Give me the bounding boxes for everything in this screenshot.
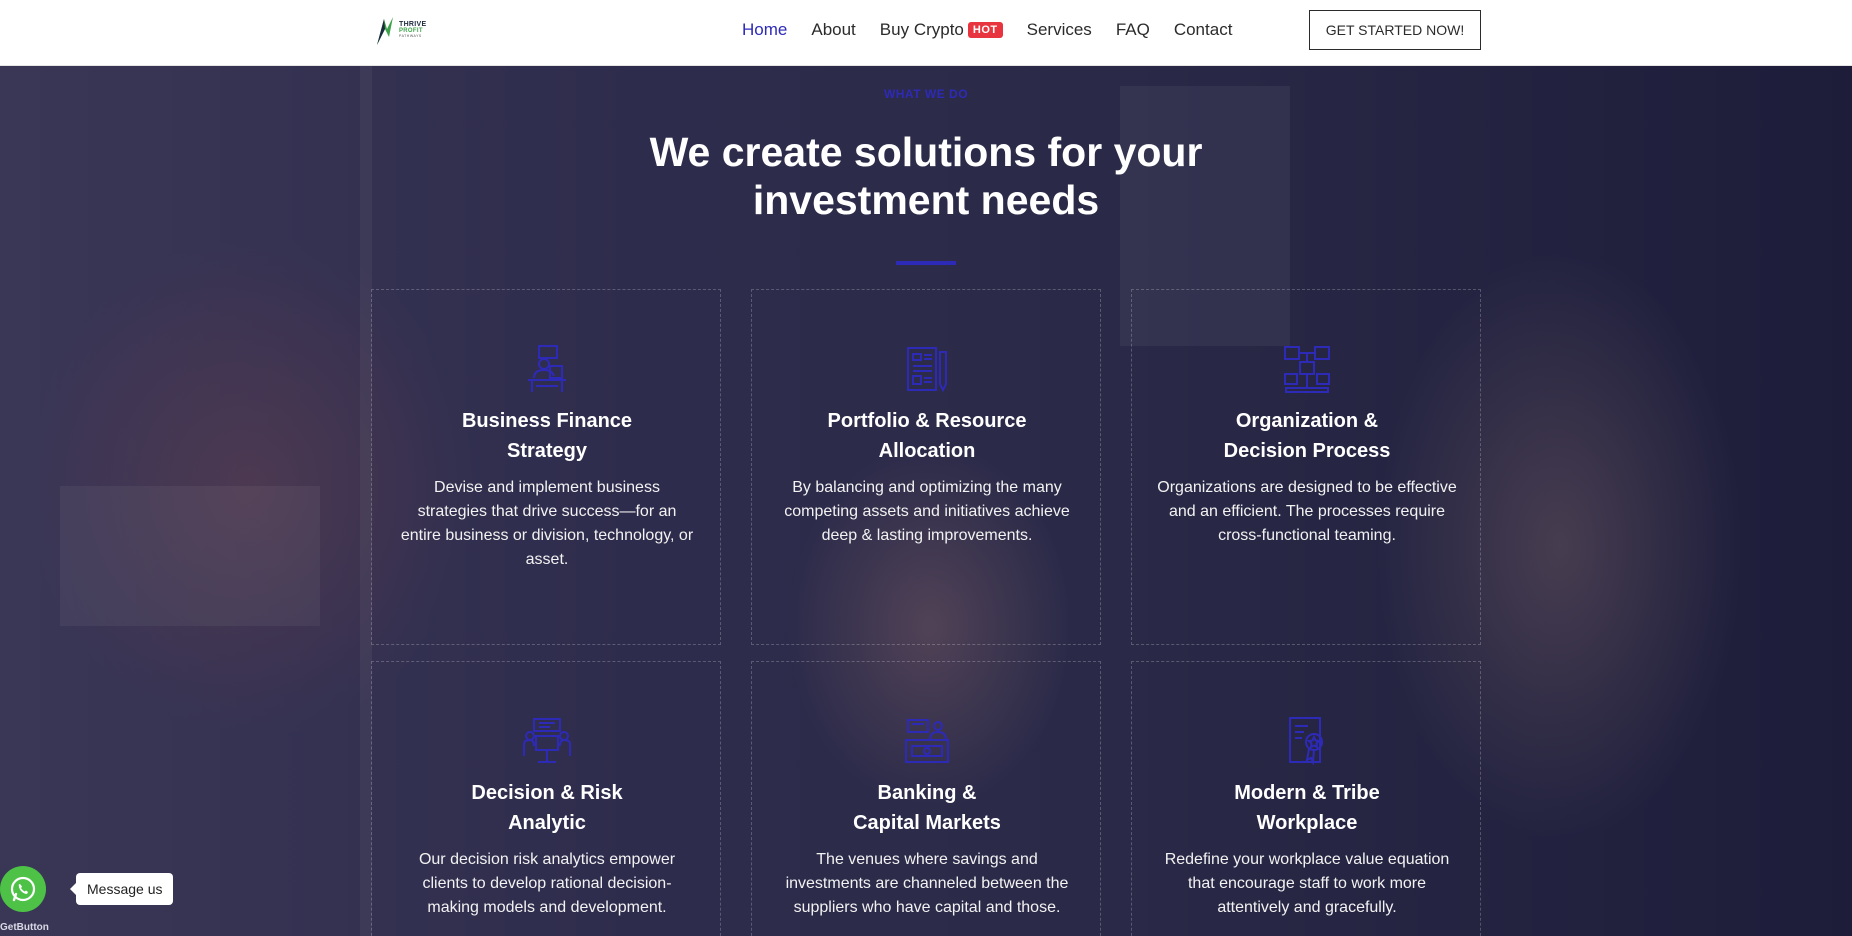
card-desc-line: By balancing and optimizing the many — [792, 479, 1062, 496]
card-desc-line: attentively and gracefully. — [1217, 899, 1397, 916]
card-desc-line: suppliers who have capital and those. — [793, 899, 1061, 916]
card-title-line2: Analytic — [508, 812, 586, 834]
logo-leaf-icon — [377, 17, 393, 45]
service-card-workplace[interactable]: Modern & Tribe Workplace Redefine your w… — [1131, 661, 1481, 936]
card-desc-line: Our decision risk analytics empower — [418, 851, 676, 868]
card-title-line1: Business Finance — [461, 410, 633, 432]
card-title-line2: Allocation — [878, 440, 976, 462]
site-header: THRIVE PROFIT PATHWAYS Home About Buy Cr… — [0, 0, 1852, 66]
card-desc-line: entire business or division, technology,… — [400, 527, 694, 544]
card-desc-line: making models and development. — [427, 899, 667, 916]
card-desc-line: competing assets and initiatives achieve — [784, 503, 1070, 520]
get-started-button[interactable]: GET STARTED NOW! — [1309, 10, 1481, 50]
card-title: Organization & Decision Process — [1152, 406, 1462, 466]
card-description: Redefine your workplace value equation t… — [1156, 848, 1458, 920]
card-description: The venues where savings and investments… — [776, 848, 1078, 920]
card-desc-line: Redefine your workplace value equation — [1164, 851, 1450, 868]
card-description: Devise and implement business strategies… — [396, 476, 698, 572]
card-desc-line: clients to develop rational decision- — [422, 875, 672, 892]
section-title: We create solutions for your investment … — [576, 128, 1276, 224]
main-nav: Home About Buy Crypto HOT Services FAQ C… — [742, 18, 1256, 42]
card-desc-line: deep & lasting improvements. — [821, 527, 1033, 544]
nav-buy-crypto-label: Buy Crypto — [879, 20, 964, 39]
card-title-line1: Decision & Risk — [471, 782, 623, 804]
card-title-line2: Workplace — [1256, 812, 1358, 834]
card-title-line2: Decision Process — [1223, 440, 1391, 462]
nav-services[interactable]: Services — [1027, 20, 1092, 40]
card-title: Modern & Tribe Workplace — [1152, 778, 1462, 838]
documents-icon — [907, 347, 947, 393]
card-desc-line: Devise and implement business — [434, 479, 660, 496]
desk-worker-icon — [528, 345, 566, 392]
title-divider — [896, 261, 956, 265]
whatsapp-icon — [10, 876, 36, 902]
card-desc-line: The venues where savings and — [816, 851, 1038, 868]
card-title: Business Finance Strategy — [392, 406, 702, 466]
whatsapp-button[interactable] — [0, 866, 46, 912]
card-description: Our decision risk analytics empower clie… — [396, 848, 698, 920]
card-title-line2: Strategy — [506, 440, 588, 462]
card-desc-line: that encourage staff to work more — [1187, 875, 1427, 892]
logo-line3: PATHWAYS — [399, 34, 422, 39]
background-decor — [60, 486, 320, 626]
section-title-line1: We create solutions for your — [649, 129, 1203, 175]
service-card-banking[interactable]: Banking & Capital Markets The venues whe… — [751, 661, 1101, 936]
service-card-portfolio[interactable]: Portfolio & Resource Allocation By balan… — [751, 289, 1101, 645]
card-title-line1: Portfolio & Resource — [827, 410, 1027, 432]
getbutton-brand[interactable]: GetButton — [0, 922, 49, 933]
card-title-line1: Organization & — [1235, 410, 1379, 432]
card-description: Organizations are designed to be effecti… — [1156, 476, 1458, 548]
card-desc-line: strategies that drive success—for an — [417, 503, 677, 520]
org-chart-icon — [1284, 346, 1330, 393]
nav-about[interactable]: About — [811, 20, 855, 40]
meeting-icon — [523, 718, 571, 763]
cashier-icon — [905, 719, 949, 763]
card-title-line2: Capital Markets — [853, 812, 1001, 834]
card-desc-line: Organizations are designed to be effecti… — [1157, 479, 1457, 496]
nav-buy-crypto[interactable]: Buy Crypto HOT — [880, 20, 1003, 40]
service-card-business-finance[interactable]: Business Finance Strategy Devise and imp… — [371, 289, 721, 645]
card-title-line1: Modern & Tribe — [1234, 782, 1380, 804]
card-desc-line: asset. — [525, 551, 569, 568]
service-card-decision-risk[interactable]: Decision & Risk Analytic Our decision ri… — [371, 661, 721, 936]
section-eyebrow: WHAT WE DO — [883, 87, 969, 101]
hot-badge: HOT — [967, 22, 1003, 38]
card-desc-line: and an efficient. The processes require — [1168, 503, 1446, 520]
card-title: Portfolio & Resource Allocation — [772, 406, 1082, 466]
site-logo[interactable]: THRIVE PROFIT PATHWAYS — [374, 12, 438, 48]
card-title: Decision & Risk Analytic — [392, 778, 702, 838]
nav-contact[interactable]: Contact — [1174, 20, 1233, 40]
card-title-line1: Banking & — [877, 782, 977, 804]
logo-line1: THRIVE — [399, 21, 427, 29]
certificate-icon — [1289, 717, 1323, 766]
card-description: By balancing and optimizing the many com… — [776, 476, 1078, 548]
service-card-organization[interactable]: Organization & Decision Process Organiza… — [1131, 289, 1481, 645]
card-desc-line: investments are channeled between the — [785, 875, 1069, 892]
message-us-bubble[interactable]: Message us — [69, 873, 174, 905]
nav-home[interactable]: Home — [742, 20, 787, 40]
section-title-line2: investment needs — [752, 177, 1100, 223]
nav-faq[interactable]: FAQ — [1116, 20, 1150, 40]
services-section: WHAT WE DO We create solutions for your … — [0, 66, 1852, 936]
card-desc-line: cross-functional teaming. — [1218, 527, 1396, 544]
card-title: Banking & Capital Markets — [772, 778, 1082, 838]
